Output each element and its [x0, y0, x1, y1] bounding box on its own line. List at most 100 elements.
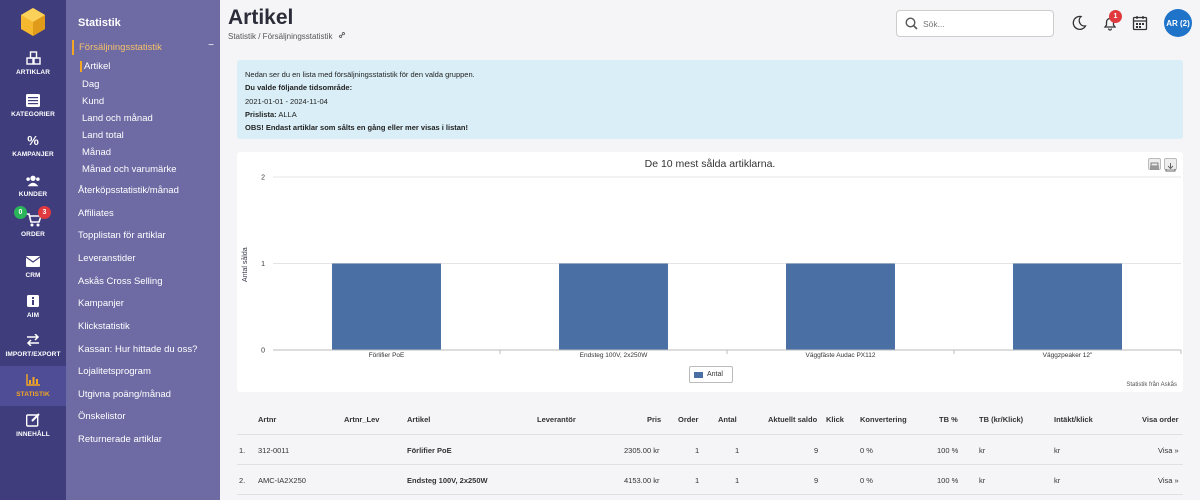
rail-item-statistik[interactable]: STATISTIK	[0, 366, 66, 406]
rail-item-crm[interactable]: CRM	[0, 253, 66, 279]
bar	[786, 263, 895, 350]
col-tb[interactable]: TB %	[939, 415, 958, 424]
col-artnr[interactable]: Artnr	[258, 415, 276, 424]
x-tick-label: Endsteg 100V, 2x250W	[580, 352, 649, 359]
legend-label: Antal	[707, 371, 723, 378]
notification-badge: 1	[1109, 10, 1122, 23]
legend-swatch	[694, 371, 703, 378]
sidebar-item-lojalitetsprogram[interactable]: Lojalitetsprogram	[78, 366, 151, 377]
chart-legend[interactable]: Antal	[689, 366, 733, 383]
view-order-link[interactable]: Visa »	[1158, 476, 1179, 485]
col-saldo[interactable]: Aktuellt saldo	[768, 415, 817, 424]
sidebar-item-kassan[interactable]: Kassan: Hur hittade du oss?	[78, 344, 197, 355]
sidebar-subitem-land-och-manad[interactable]: Land och månad	[82, 113, 153, 124]
rail-label: ARTIKLAR	[15, 69, 51, 76]
sidebar-item-returnerade[interactable]: Returnerade artiklar	[78, 434, 162, 445]
sidebar-item-utgivna-poang[interactable]: Utgivna poäng/månad	[78, 389, 171, 400]
sidebar-item-klickstatistik[interactable]: Klickstatistik	[78, 321, 130, 332]
row-number: 1.	[239, 446, 246, 455]
search-input[interactable]	[923, 16, 1043, 32]
info-box: Nedan ser du en lista med försäljningsst…	[237, 60, 1183, 139]
info-line: Du valde följande tidsområde:	[245, 83, 353, 93]
cell-antal: 1	[735, 476, 740, 485]
col-tb-kr[interactable]: TB (kr/Klick)	[979, 415, 1023, 424]
sidebar-item-cross-selling[interactable]: Askås Cross Selling	[78, 276, 162, 287]
col-visa-order[interactable]: Visa order	[1142, 415, 1179, 424]
sidebar-group-label: Försäljningsstatistik	[79, 42, 162, 53]
view-order-link[interactable]: Visa »	[1158, 446, 1179, 455]
search-box[interactable]	[896, 10, 1054, 37]
col-konvertering[interactable]: Konvertering	[860, 415, 907, 424]
info-date-range: 2021-01-01 - 2024-11-04	[245, 96, 328, 106]
list-icon	[25, 92, 41, 108]
rail-item-order[interactable]: ORDER	[0, 212, 66, 238]
col-klick[interactable]: Klick	[826, 415, 844, 424]
users-icon	[25, 172, 41, 188]
rail-item-kategorier[interactable]: KATEGORIER	[0, 92, 66, 118]
rail-item-artiklar[interactable]: ARTIKLAR	[0, 50, 66, 76]
sidebar-subitem-artikel[interactable]: Artikel	[80, 61, 110, 72]
sidebar-subitem-kund[interactable]: Kund	[82, 96, 104, 107]
breadcrumb-text[interactable]: Statistik / Försäljningsstatistik	[228, 32, 332, 41]
rail-item-import-export[interactable]: IMPORT/EXPORT	[0, 332, 66, 358]
avatar[interactable]: AR (2)	[1164, 9, 1192, 37]
col-artnr-lev[interactable]: Artnr_Lev	[344, 415, 379, 424]
row-divider	[237, 464, 1183, 465]
sidebar-item-onskelistor[interactable]: Önskelistor	[78, 411, 126, 422]
rail-item-innehall[interactable]: INNEHÅLL	[0, 412, 66, 438]
collapse-icon[interactable]: −	[208, 40, 214, 51]
link-icon[interactable]	[338, 32, 346, 41]
row-number: 2.	[239, 476, 246, 485]
sidebar-subitem-manad-och-varumarke[interactable]: Månad och varumärke	[82, 164, 177, 175]
col-intakt[interactable]: Intäkt/klick	[1054, 415, 1093, 424]
sidebar-subitem-manad[interactable]: Månad	[82, 147, 111, 158]
sidebar-item-topplistan[interactable]: Topplistan för artiklar	[78, 230, 166, 241]
sidebar-item-affiliates[interactable]: Affiliates	[78, 208, 114, 219]
cell-artikel[interactable]: Förlifier PoE	[407, 446, 452, 455]
y-tick-label: 1	[261, 261, 265, 268]
edit-icon	[25, 412, 41, 428]
sidebar-subitem-land-total[interactable]: Land total	[82, 130, 124, 141]
col-artikel[interactable]: Artikel	[407, 415, 430, 424]
mail-icon	[25, 253, 41, 269]
cell-tb-kr: kr	[979, 476, 986, 485]
sidebar-item-leveranstider[interactable]: Leveranstider	[78, 253, 136, 264]
cell-konvertering: 0 %	[860, 476, 873, 485]
search-icon	[905, 17, 918, 30]
col-antal[interactable]: Antal	[718, 415, 737, 424]
sidebar-group-forsaljningsstatistik[interactable]: Försäljningsstatistik −	[72, 40, 220, 55]
sidebar-item-aterkopsstatistik[interactable]: Återköpsstatistik/månad	[78, 185, 179, 196]
rail-label: ORDER	[21, 231, 45, 238]
main-content: Artikel Statistik / Försäljningsstatisti…	[220, 0, 1200, 500]
cell-artikel[interactable]: Endsteg 100V, 2x250W	[407, 476, 488, 485]
col-order[interactable]: Order	[678, 415, 698, 424]
rail-label: STATISTIK	[16, 391, 50, 398]
cell-saldo: 9	[814, 446, 819, 455]
chart-card: De 10 mest sålda artiklarna. Antal sålda…	[237, 152, 1183, 392]
cell-order: 1	[695, 476, 700, 485]
rail-label: KAMPANJER	[12, 151, 54, 158]
rail-label: CRM	[25, 272, 41, 279]
bar	[1013, 263, 1122, 350]
y-tick-label: 2	[261, 175, 265, 182]
sidebar-subitem-dag[interactable]: Dag	[82, 79, 99, 90]
sidebar-item-kampanjer[interactable]: Kampanjer	[78, 298, 124, 309]
info-icon	[25, 293, 41, 309]
x-tick-label: Väggfäste Audac PX112	[806, 352, 876, 359]
bar-chart-icon	[25, 372, 41, 388]
breadcrumb: Statistik / Försäljningsstatistik	[228, 31, 346, 41]
bar-plot: 0 1 2 Förlifier PoE Endsteg 100V, 2x250W Vägg…	[261, 175, 1182, 359]
sidebar-title: Statistik	[78, 17, 121, 29]
rail-item-aim[interactable]: AIM	[0, 293, 66, 319]
y-tick-label: 0	[261, 348, 265, 355]
logo-icon[interactable]	[21, 8, 45, 36]
col-leverantor[interactable]: Leverantör	[537, 415, 576, 424]
calendar-icon[interactable]	[1132, 15, 1148, 31]
moon-icon[interactable]	[1071, 15, 1087, 31]
col-pris[interactable]: Pris	[647, 415, 661, 424]
rail-item-kampanjer[interactable]: % KAMPANJER	[0, 132, 66, 159]
cell-konvertering: 0 %	[860, 446, 873, 455]
rail-item-kunder[interactable]: KUNDER	[0, 172, 66, 198]
cell-artnr: AMC-IA2X250	[258, 476, 306, 485]
cell-order: 1	[695, 446, 700, 455]
